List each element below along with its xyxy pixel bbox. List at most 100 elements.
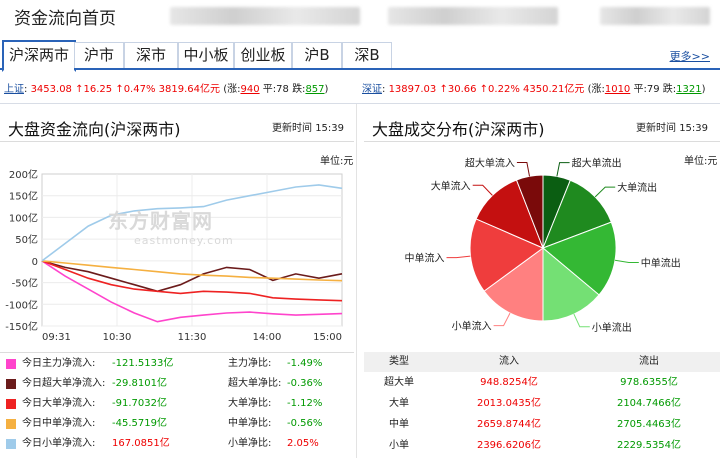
legend-value: -91.7032亿 <box>112 398 167 409</box>
sh-down-count[interactable]: 857 <box>305 84 324 95</box>
update-label: 更新时间 <box>272 123 312 134</box>
x-tick-label: 15:00 <box>313 332 342 343</box>
legend-value: -121.5133亿 <box>112 358 174 369</box>
legend-label: 今日中单净流入: <box>22 418 96 429</box>
divider <box>0 141 354 142</box>
cell-out: 2104.7466亿 <box>616 398 682 409</box>
table-header: 类型 流入 流出 <box>364 352 720 372</box>
tab-sme[interactable]: 中小板 <box>178 42 234 68</box>
y-tick-label: 200亿 <box>9 168 38 181</box>
y-tick-label: -100亿 <box>5 298 38 311</box>
legend-swatch <box>6 439 16 449</box>
sz-flat-count: 79 <box>646 84 660 95</box>
sh-index-summary: 上证: 3453.08 ↑16.25 ↑0.47% 3819.64亿元 (涨:9… <box>4 84 329 95</box>
pie-leader-line <box>573 313 590 328</box>
legend-row: 今日大单净流入: -91.7032亿 大单净比: -1.12% <box>0 394 356 414</box>
blurred-nav <box>388 7 558 25</box>
pie-slice-label: 中单流出 <box>641 257 681 270</box>
table-row: 中单 2659.8744亿 2705.4463亿 <box>364 415 720 435</box>
col-in: 流入 <box>499 356 519 367</box>
col-type: 类型 <box>389 356 409 367</box>
x-tick-label: 14:00 <box>253 332 282 343</box>
col-out: 流出 <box>639 356 659 367</box>
x-tick-label: 10:30 <box>103 332 132 343</box>
cell-type: 中单 <box>389 419 409 430</box>
y-tick-label: -150亿 <box>5 320 38 333</box>
table-row: 超大单 948.8254亿 978.6355亿 <box>364 373 720 393</box>
sz-pct: ↑0.22% <box>479 84 520 95</box>
legend-ratio: -0.56% <box>287 418 323 429</box>
tab-all-markets[interactable]: 沪深两市 <box>2 40 76 72</box>
more-link[interactable]: 更多>> <box>670 48 710 64</box>
y-tick-label: 0 <box>32 257 38 268</box>
legend-row: 今日主力净流入: -121.5133亿 主力净比: -1.49% <box>0 354 356 374</box>
legend-ratio-label: 主力净比: <box>228 358 272 369</box>
y-tick-label: 100亿 <box>9 211 38 224</box>
x-tick-label: 09:31 <box>42 332 71 343</box>
sh-up-count[interactable]: 940 <box>240 84 259 95</box>
cell-type: 小单 <box>389 440 409 451</box>
sh-index-link[interactable]: 上证 <box>4 84 24 95</box>
cell-out: 978.6355亿 <box>620 377 678 388</box>
cell-out: 2705.4463亿 <box>616 419 682 430</box>
sz-index-summary: 深证: 13897.03 ↑30.66 ↑0.22% 4350.21亿元 (涨:… <box>362 84 706 95</box>
y-tick-label: -50亿 <box>12 277 38 290</box>
y-tick-label: 50亿 <box>15 233 38 246</box>
legend-value: 167.0851亿 <box>112 438 170 449</box>
legend-row: 今日超大单净流入: -29.8101亿 超大单净比: -0.36% <box>0 374 356 394</box>
sh-flat-count: 78 <box>276 84 289 95</box>
fund-flow-line-chart: 200亿 150亿 100亿 50亿 0 -50亿 -100亿 -150亿 09:31 10:30… <box>5 168 343 343</box>
pie-slice-label: 小单流入 <box>452 320 492 333</box>
pie-leader-line <box>516 162 530 177</box>
sz-up-count[interactable]: 1010 <box>605 84 630 95</box>
cell-in: 2659.8744亿 <box>476 419 542 430</box>
legend-label: 今日主力净流入: <box>22 358 96 369</box>
tab-sh[interactable]: 沪市 <box>74 42 124 68</box>
sz-close-paren: ) <box>701 84 706 95</box>
cell-type: 大单 <box>389 398 409 409</box>
legend-row: 今日中单净流入: -45.5719亿 中单净比: -0.56% <box>0 414 356 434</box>
market-tabs: 沪深两市 沪市 深市 中小板 创业板 沪B 深B 更多>> <box>0 40 720 72</box>
sh-price: 3453.08 <box>30 84 72 95</box>
sz-up-label: (涨: <box>587 84 605 95</box>
sh-up-label: (涨: <box>223 84 241 95</box>
divider <box>0 352 354 353</box>
sh-change: ↑16.25 <box>75 84 113 95</box>
page-title: 资金流向首页 <box>14 9 116 29</box>
pie-slice-label: 超大单流出 <box>572 157 622 170</box>
distribution-title: 大盘成交分布(沪深两市) <box>372 120 545 139</box>
watermark: 东方财富网 eastmoney.com <box>108 205 234 247</box>
table-row: 小单 2396.6206亿 2229.5354亿 <box>364 436 720 456</box>
pie-leader-line <box>493 312 511 327</box>
sh-pct: ↑0.47% <box>115 84 156 95</box>
legend-swatch <box>6 399 16 409</box>
sz-index-link[interactable]: 深证 <box>362 84 382 95</box>
update-time: 15:39 <box>679 123 709 134</box>
cell-out: 2229.5354亿 <box>616 440 682 451</box>
sz-change: ↑30.66 <box>439 84 477 95</box>
pie-slice-label: 超大单流入 <box>465 157 515 170</box>
distribution-pie-chart: 超大单流出大单流出中单流出小单流出 小单流入 中单流入 大单流入 超大单流入 <box>405 157 681 334</box>
legend-swatch <box>6 359 16 369</box>
legend-swatch <box>6 419 16 429</box>
watermark-en: eastmoney.com <box>134 234 234 247</box>
legend-ratio-label: 小单净比: <box>228 438 272 449</box>
legend-value: -29.8101亿 <box>112 378 167 389</box>
sz-amount: 4350.21亿元 <box>523 84 585 95</box>
legend-swatch <box>6 379 16 389</box>
y-tick-label: 150亿 <box>9 190 38 203</box>
tab-sh-b[interactable]: 沪B <box>292 42 342 68</box>
sz-down-count[interactable]: 1321 <box>676 84 701 95</box>
divider <box>364 141 720 142</box>
tab-gem[interactable]: 创业板 <box>234 42 292 68</box>
sh-down-label: 跌: <box>292 84 306 95</box>
legend-label: 今日小单净流入: <box>22 438 96 449</box>
pie-leader-line <box>594 186 616 198</box>
tab-sz-b[interactable]: 深B <box>342 42 392 68</box>
tab-sz[interactable]: 深市 <box>124 42 178 68</box>
cell-in: 948.8254亿 <box>480 377 538 388</box>
legend-ratio: 2.05% <box>287 438 319 449</box>
legend-label: 今日超大单净流入: <box>22 378 106 389</box>
pie-slice-label: 小单流出 <box>592 321 632 334</box>
legend-ratio-label: 中单净比: <box>228 418 272 429</box>
